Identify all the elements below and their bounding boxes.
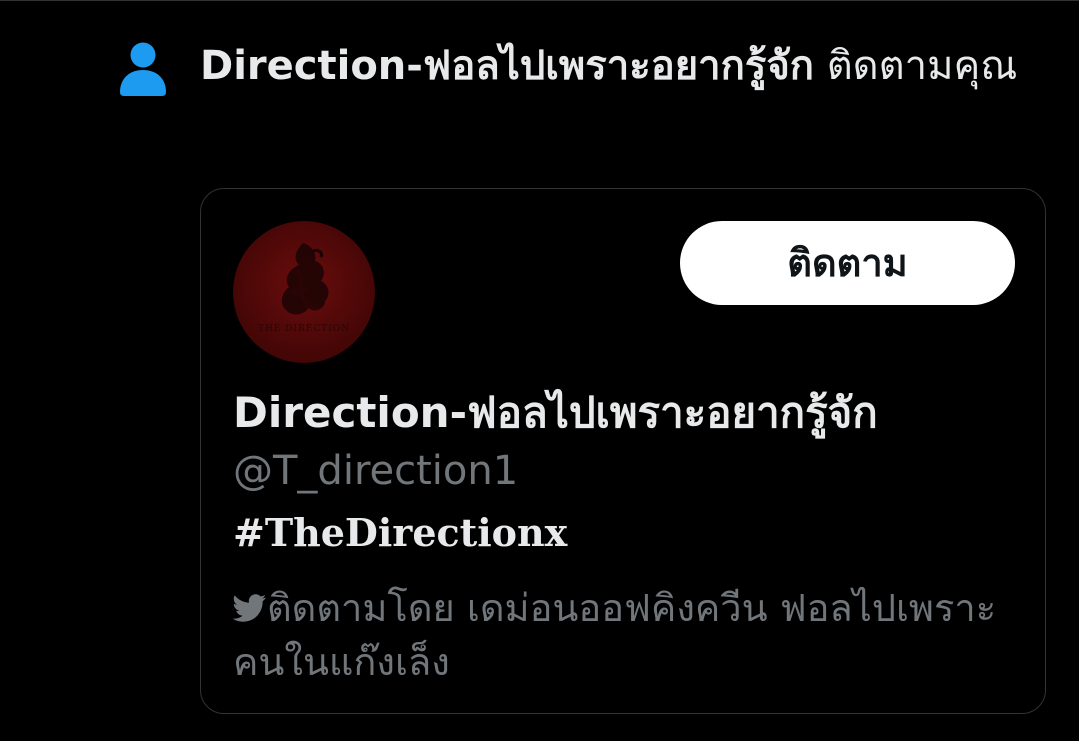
followed-by-text: ติดตามโดย เดม่อนออฟคิงควีน ฟอลไปเพราะคนใ…	[233, 581, 1023, 689]
followed-by-label: ติดตามโดย เดม่อนออฟคิงควีน ฟอลไปเพราะคนใ…	[233, 586, 997, 684]
user-bio[interactable]: #TheDirectionx	[233, 507, 567, 559]
person-icon	[120, 42, 166, 96]
user-card[interactable]: THE DIRECTION ติดตาม Direction-ฟอลไปเพรา…	[200, 188, 1046, 714]
avatar-label: THE DIRECTION	[258, 324, 350, 334]
divider	[0, 0, 1079, 1]
notification-user-name[interactable]: Direction-ฟอลไปเพราะอยากรู้จัก	[200, 43, 814, 89]
notification-action: ติดตามคุณ	[813, 43, 1018, 89]
display-name[interactable]: Direction-ฟอลไปเพราะอยากรู้จัก	[233, 385, 878, 441]
notification-screen: Direction-ฟอลไปเพราะอยากรู้จัก ติดตามคุณ…	[0, 0, 1079, 741]
the-direction-logo-icon: THE DIRECTION	[258, 243, 350, 334]
avatar[interactable]: THE DIRECTION	[233, 221, 375, 363]
user-handle[interactable]: @T_direction1	[233, 444, 518, 498]
twitter-bird-icon	[233, 594, 266, 622]
notification-text: Direction-ฟอลไปเพราะอยากรู้จัก ติดตามคุณ	[200, 38, 1050, 94]
follow-button[interactable]: ติดตาม	[680, 221, 1015, 305]
